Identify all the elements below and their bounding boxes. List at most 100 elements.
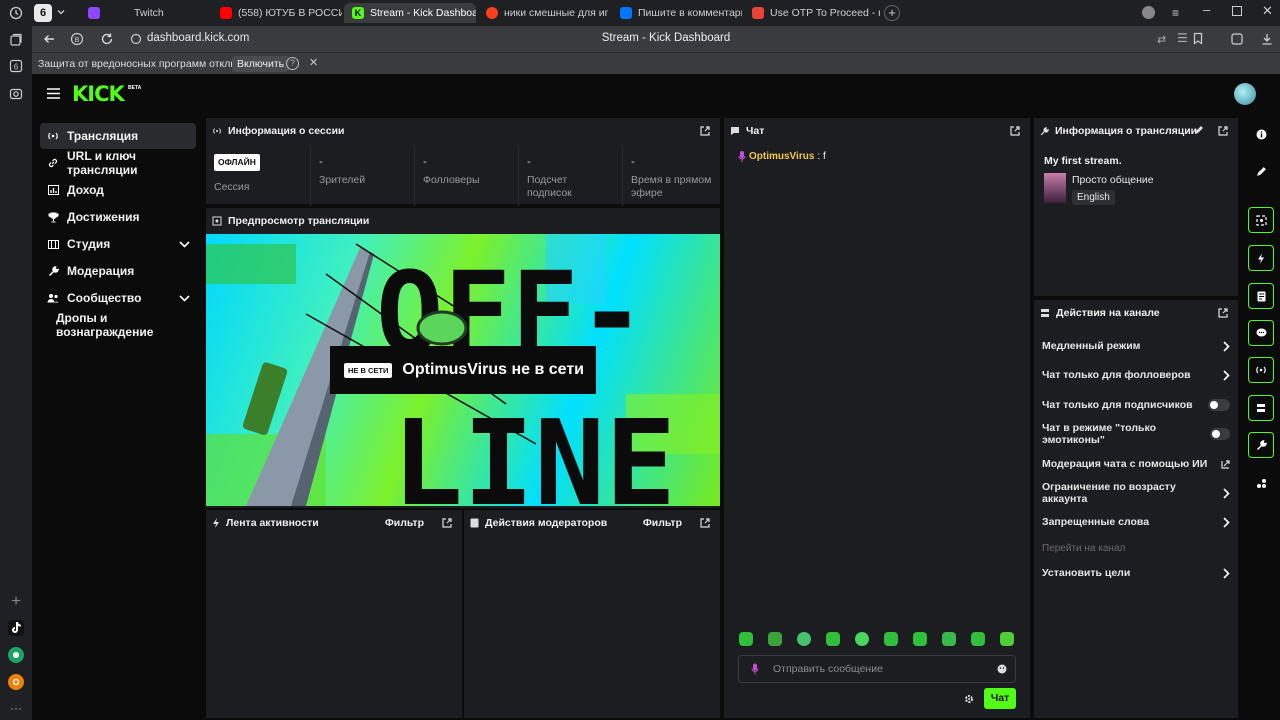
messenger-icon[interactable] (8, 647, 24, 663)
filter-button[interactable]: Фильтр (385, 517, 424, 529)
help-icon[interactable]: ? (286, 57, 299, 70)
set-goals-row[interactable]: Установить цели (1042, 563, 1230, 583)
emote-icon[interactable] (797, 632, 811, 646)
emote-icon[interactable] (739, 632, 753, 646)
tabs-count-icon[interactable]: 6 (8, 58, 24, 74)
wrench-icon[interactable] (1248, 432, 1274, 458)
nav-item-url-key[interactable]: URL и ключ трансляции (40, 149, 196, 177)
profile-icon[interactable] (1142, 6, 1155, 19)
bookmark-icon[interactable] (1192, 32, 1204, 45)
emote-icon[interactable] (884, 632, 898, 646)
pencil-icon[interactable] (1248, 158, 1274, 184)
chat-bubble-icon[interactable] (1248, 320, 1274, 346)
emote-icon[interactable] (768, 632, 782, 646)
page-title: Stream - Kick Dashboard (601, 32, 731, 44)
new-tab-button[interactable]: + (884, 5, 900, 21)
filter-button[interactable]: Фильтр (643, 517, 682, 529)
lightning-icon[interactable] (1248, 245, 1274, 271)
popout-icon[interactable] (1010, 126, 1020, 136)
user-avatar[interactable] (1234, 83, 1256, 105)
translate-icon[interactable]: ⇄ (1157, 33, 1166, 46)
reader-icon[interactable]: ☰ (1177, 31, 1188, 45)
popout-icon[interactable] (1218, 126, 1228, 136)
tab-kick-dashboard[interactable]: K Stream - Kick Dashboard (344, 3, 476, 23)
slow-mode-row[interactable]: Медленный режим (1042, 336, 1230, 356)
download-icon[interactable] (1260, 32, 1274, 46)
tab-counter[interactable]: 6 (34, 4, 52, 22)
session-info-panel: Информация о сессии ОФЛАЙН Сессия - Зрит… (206, 118, 720, 206)
add-widget-icon[interactable] (1248, 470, 1274, 496)
mod-actions-panel: Действия модераторов Фильтр (464, 510, 720, 718)
nav-label: URL и ключ трансляции (67, 149, 138, 177)
vk-icon (620, 7, 632, 19)
nav-item-income[interactable]: Доход (40, 177, 196, 203)
nav-item-studio[interactable]: Студия (40, 231, 196, 257)
tab-label: (558) ЮТУБ В РОССИИ - (238, 7, 342, 19)
stat-airtime: - Время в прямом эфире (622, 148, 720, 206)
close-icon[interactable]: ✕ (1262, 3, 1273, 19)
maximize-icon[interactable] (1232, 6, 1242, 16)
ai-moderation-row[interactable]: Модерация чата с помощью ИИ (1042, 454, 1230, 474)
broadcast-icon[interactable] (1248, 357, 1274, 383)
minimize-icon[interactable]: – (1203, 2, 1210, 17)
kick-logo[interactable]: KICK (72, 82, 125, 106)
emote-icon[interactable] (855, 632, 869, 646)
chevron-down-icon[interactable] (56, 7, 66, 17)
tab-twitch[interactable]: Twitch (80, 3, 210, 23)
nav-item-achievements[interactable]: Достижения (40, 204, 196, 230)
tab-yandex[interactable]: ники смешные для игр — (478, 3, 608, 23)
screenshot-icon[interactable] (8, 86, 24, 102)
actions-icon[interactable] (1248, 395, 1274, 421)
menu-icon[interactable]: ≡ (1172, 6, 1179, 20)
emoji-icon[interactable] (997, 664, 1007, 674)
popout-icon[interactable] (442, 518, 452, 528)
chat-bubble-icon (730, 126, 740, 136)
tab-vk[interactable]: Пишите в комментарии (612, 3, 742, 23)
chat-username[interactable]: OptimusVirus (749, 151, 814, 162)
add-panel-icon[interactable]: + (8, 593, 24, 610)
enable-protection-button[interactable]: Включить (232, 56, 290, 72)
popout-icon[interactable] (1218, 308, 1228, 318)
tab-label: Stream - Kick Dashboard (370, 7, 476, 19)
chat-input[interactable]: Отправить сообщение (738, 655, 1016, 683)
chat-settings-icon[interactable] (964, 694, 974, 704)
nav-item-community[interactable]: Сообщество (40, 285, 196, 311)
more-icon[interactable]: ··· (8, 700, 24, 716)
go-to-channel-row[interactable]: Перейти на канал (1042, 538, 1230, 558)
banned-words-row[interactable]: Запрещенные слова (1042, 512, 1230, 532)
stream-info-panel: Информация о трансляции My first stream.… (1034, 118, 1238, 296)
edit-icon[interactable] (1194, 125, 1204, 135)
nav-item-drops[interactable]: Дропы и вознаграждение (40, 311, 196, 339)
clip-icon[interactable] (1248, 207, 1274, 233)
tab-gmail[interactable]: Use OTP To Proceed - mre (744, 3, 880, 23)
nav-item-broadcast[interactable]: Трансляция (40, 123, 196, 149)
emote-icon[interactable] (942, 632, 956, 646)
notes-icon[interactable] (1248, 283, 1274, 309)
mic-badge-icon (751, 663, 759, 675)
wrench-icon (1040, 126, 1049, 136)
chat-send-button[interactable]: Чат (984, 688, 1016, 709)
account-age-row[interactable]: Ограничение по возрасту аккаунта (1042, 481, 1230, 505)
collections-icon[interactable] (8, 32, 24, 48)
emote-icon[interactable] (913, 632, 927, 646)
extensions-icon[interactable] (1230, 32, 1244, 46)
history-icon[interactable] (8, 5, 24, 21)
category-name[interactable]: Просто общение (1072, 174, 1154, 186)
info-icon[interactable] (1248, 121, 1274, 147)
emote-icon[interactable] (1000, 632, 1014, 646)
ok-icon[interactable] (8, 674, 24, 690)
tab-label: Use OTP To Proceed - mre (770, 7, 880, 19)
close-bar-icon[interactable]: ✕ (309, 56, 318, 69)
popout-icon[interactable] (700, 126, 710, 136)
tiktok-icon[interactable] (8, 620, 24, 636)
emote-icon[interactable] (826, 632, 840, 646)
nav-item-moderation[interactable]: Модерация (40, 258, 196, 284)
tab-youtube[interactable]: (558) ЮТУБ В РОССИИ - (212, 3, 342, 23)
followers-only-row[interactable]: Чат только для фолловеров (1042, 365, 1230, 385)
popout-icon[interactable] (700, 518, 710, 528)
nav-label: Достижения (67, 210, 140, 224)
subscribers-only-toggle[interactable] (1208, 399, 1230, 411)
hamburger-icon[interactable] (47, 88, 60, 99)
emote-only-toggle[interactable] (1209, 428, 1230, 440)
emote-icon[interactable] (971, 632, 985, 646)
